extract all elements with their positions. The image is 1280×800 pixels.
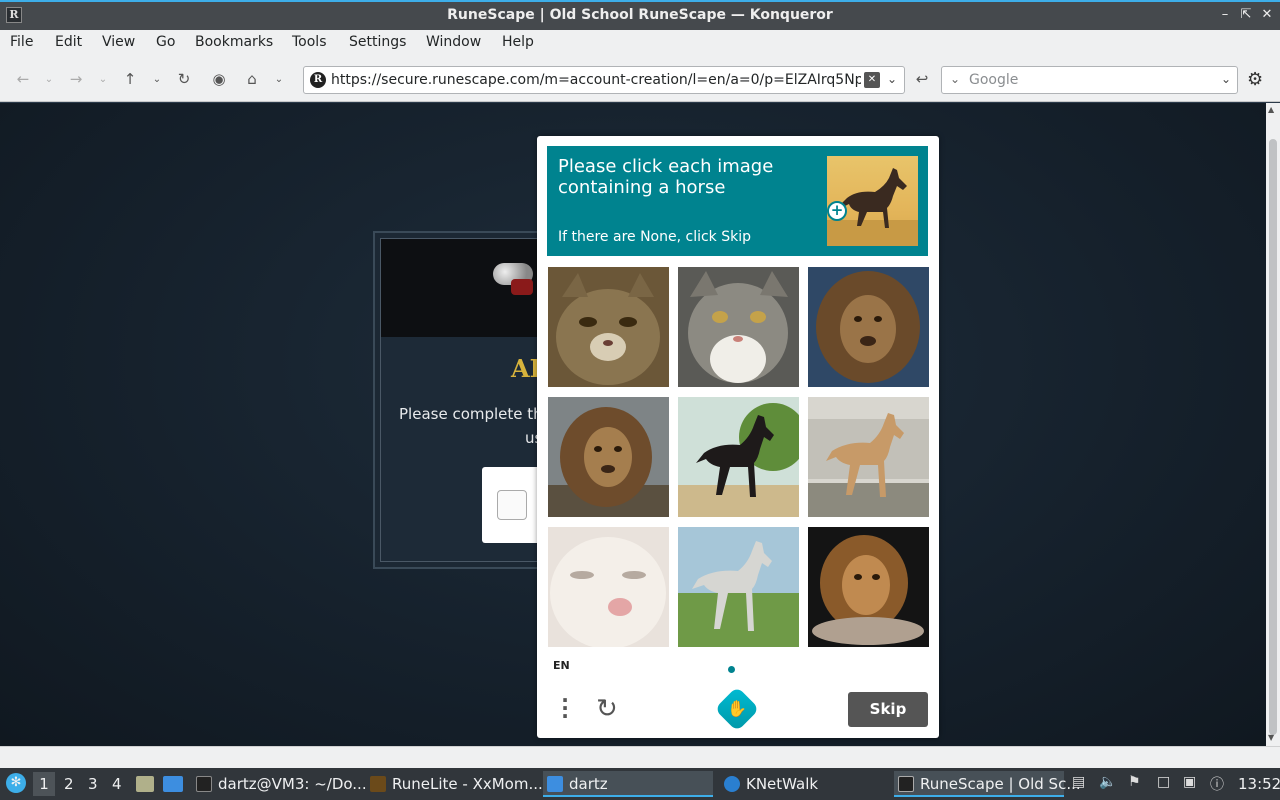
volume-icon[interactable]: 🔈 — [1099, 774, 1116, 790]
menu-settings[interactable]: Settings — [349, 34, 406, 50]
task-label: dartz@VM3: ~/Do... — [218, 775, 367, 793]
task-label: KNetWalk — [746, 775, 819, 793]
search-placeholder[interactable]: Google — [969, 72, 1018, 88]
workspace-4[interactable]: 4 — [112, 775, 122, 793]
runelite-tray-icon[interactable]: ⚑ — [1128, 774, 1141, 790]
status-strip — [0, 746, 1280, 768]
captcha-tile-horse[interactable] — [678, 397, 799, 517]
menu-help[interactable]: Help — [502, 34, 534, 50]
terminal-icon — [196, 776, 212, 792]
menu-go[interactable]: Go — [156, 34, 175, 50]
page-indicator-dot — [728, 666, 735, 673]
menu-bookmarks[interactable]: Bookmarks — [195, 34, 273, 50]
menu-tools[interactable]: Tools — [292, 34, 327, 50]
stop-icon[interactable]: ◉ — [210, 70, 228, 88]
scrollbar-thumb[interactable] — [1269, 139, 1277, 735]
url-bar[interactable]: R https://secure.runescape.com/m=account… — [303, 66, 905, 94]
workspace-2[interactable]: 2 — [64, 775, 74, 793]
runescape-logo-accent — [511, 279, 533, 295]
task-runelite[interactable]: RuneLite - XxMom... — [366, 771, 543, 797]
task-terminal[interactable]: dartz@VM3: ~/Do... — [192, 771, 367, 797]
back-history-chevron-icon[interactable]: ⌄ — [40, 71, 58, 89]
task-label: dartz — [569, 775, 608, 793]
maximize-icon[interactable]: ⇱ — [1237, 6, 1255, 24]
scroll-up-icon[interactable]: ▲ — [1268, 105, 1274, 114]
application-launcher-icon[interactable]: ✻ — [6, 773, 26, 793]
knetwalk-icon — [724, 776, 740, 792]
reload-icon[interactable]: ↻ — [175, 70, 193, 88]
menu-bar: File Edit View Go Bookmarks Tools Settin… — [0, 30, 1280, 56]
forward-icon[interactable]: → — [67, 70, 85, 88]
clipboard-icon[interactable]: ▤ — [1072, 774, 1085, 790]
file-manager-icon[interactable] — [136, 776, 154, 792]
close-icon[interactable]: ✕ — [1258, 6, 1276, 24]
scroll-down-icon[interactable]: ▼ — [1268, 733, 1274, 742]
more-options-icon[interactable]: · · · — [555, 690, 575, 726]
minimize-icon[interactable]: – — [1216, 6, 1234, 24]
back-icon[interactable]: ← — [14, 70, 32, 88]
taskbar: ✻ 1 2 3 4 dartz@VM3: ~/Do... RuneLite - … — [0, 768, 1280, 800]
forward-history-chevron-icon[interactable]: ⌄ — [94, 71, 112, 89]
home-chevron-icon[interactable]: ⌄ — [270, 71, 288, 89]
display-icon[interactable]: ▣ — [1183, 774, 1196, 790]
konqueror-icon — [898, 776, 914, 792]
menu-file[interactable]: File — [10, 34, 33, 50]
page-scrollbar[interactable]: ▲ ▼ — [1266, 103, 1280, 746]
url-text[interactable]: https://secure.runescape.com/m=account-c… — [331, 72, 861, 88]
captcha-prompt-text: Please click each image containing a hor… — [558, 156, 774, 198]
captcha-tile-lion[interactable] — [808, 527, 929, 647]
workspace-3[interactable]: 3 — [88, 775, 98, 793]
gear-icon[interactable]: ⚙ — [1247, 69, 1263, 90]
captcha-tile-cat[interactable] — [548, 527, 669, 647]
captcha-tile-lion[interactable] — [548, 397, 669, 517]
runelite-icon — [370, 776, 386, 792]
show-desktop-icon[interactable] — [163, 776, 183, 792]
captcha-prompt: Please click each image containing a hor… — [547, 146, 928, 256]
runescape-instruction-line1: Please complete th — [399, 405, 543, 423]
hcaptcha-logo-icon[interactable]: ✋ — [714, 686, 760, 732]
menu-view[interactable]: View — [102, 34, 135, 50]
captcha-prompt-subtext: If there are None, click Skip — [558, 229, 752, 245]
clock[interactable]: 13:52 — [1238, 775, 1280, 793]
task-label: RuneLite - XxMom... — [392, 775, 543, 793]
search-bar[interactable]: ⌄ Google ⌄ — [941, 66, 1238, 94]
captcha-tile-cat[interactable] — [678, 267, 799, 387]
language-selector[interactable]: EN — [553, 659, 570, 672]
home-icon[interactable]: ⌂ — [243, 70, 261, 88]
workspace-1[interactable]: 1 — [33, 772, 55, 796]
window-titlebar: R RuneScape | Old School RuneScape — Kon… — [0, 0, 1280, 30]
task-label: RuneScape | Old Sc... — [920, 775, 1081, 793]
up-chevron-icon[interactable]: ⌄ — [148, 71, 166, 89]
search-chevron-icon[interactable]: ⌄ — [1221, 72, 1231, 86]
captcha-challenge: Please click each image containing a hor… — [537, 136, 939, 738]
notifications-icon[interactable]: ⓘ — [1210, 774, 1224, 794]
captcha-tile-lion[interactable] — [808, 267, 929, 387]
task-dartz-folder[interactable]: dartz — [543, 771, 713, 797]
folder-icon — [547, 776, 563, 792]
search-engine-icon[interactable]: ⌄ — [950, 72, 960, 86]
notes-icon[interactable]: □ — [1157, 774, 1170, 790]
url-history-chevron-icon[interactable]: ⌄ — [887, 72, 897, 86]
captcha-tile-horse[interactable] — [808, 397, 929, 517]
clear-url-icon[interactable]: ✕ — [864, 72, 880, 88]
go-icon[interactable]: ↩ — [913, 70, 931, 88]
skip-button[interactable]: Skip — [848, 692, 928, 727]
refresh-challenge-icon[interactable]: ↻ — [596, 694, 618, 724]
site-favicon-icon: R — [310, 72, 326, 88]
task-knetwalk[interactable]: KNetWalk — [720, 771, 890, 797]
captcha-tile-cat[interactable] — [548, 267, 669, 387]
menu-window[interactable]: Window — [426, 34, 481, 50]
captcha-tile-horse[interactable] — [678, 527, 799, 647]
up-icon[interactable]: ↑ — [121, 70, 139, 88]
task-konqueror[interactable]: RuneScape | Old Sc... — [894, 771, 1081, 797]
captcha-checkbox[interactable] — [497, 490, 527, 520]
navigation-toolbar: ← ⌄ → ⌄ ↑ ⌄ ↻ ◉ ⌂ ⌄ R https://secure.run… — [0, 56, 1280, 102]
window-title: RuneScape | Old School RuneScape — Konqu… — [447, 7, 833, 23]
menu-edit[interactable]: Edit — [55, 34, 82, 50]
plus-icon[interactable]: + — [827, 201, 847, 221]
